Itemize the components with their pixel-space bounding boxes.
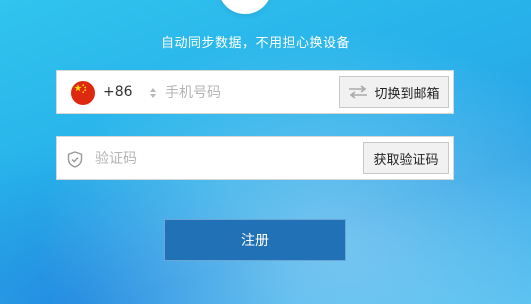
register-button[interactable]: 注册 — [164, 219, 346, 261]
swap-arrows-icon — [349, 85, 368, 99]
switch-to-email-button[interactable]: 切换到邮箱 — [339, 76, 449, 108]
verification-code-input[interactable] — [95, 149, 355, 169]
get-verification-code-button[interactable]: 获取验证码 — [363, 142, 449, 174]
subtitle-text: 自动同步数据，不用担心换设备 — [160, 36, 350, 51]
phone-number-input[interactable] — [165, 83, 335, 103]
country-code[interactable]: +86 — [103, 84, 133, 100]
phone-field: +86 切换到邮箱 — [56, 70, 454, 114]
china-flag-icon[interactable] — [71, 81, 95, 105]
verification-code-field: 获取验证码 — [56, 136, 454, 180]
switch-to-email-label: 切换到邮箱 — [374, 86, 440, 102]
app-logo — [218, 0, 272, 14]
shield-check-icon — [67, 151, 83, 168]
country-code-dropdown-icon[interactable] — [149, 86, 157, 100]
